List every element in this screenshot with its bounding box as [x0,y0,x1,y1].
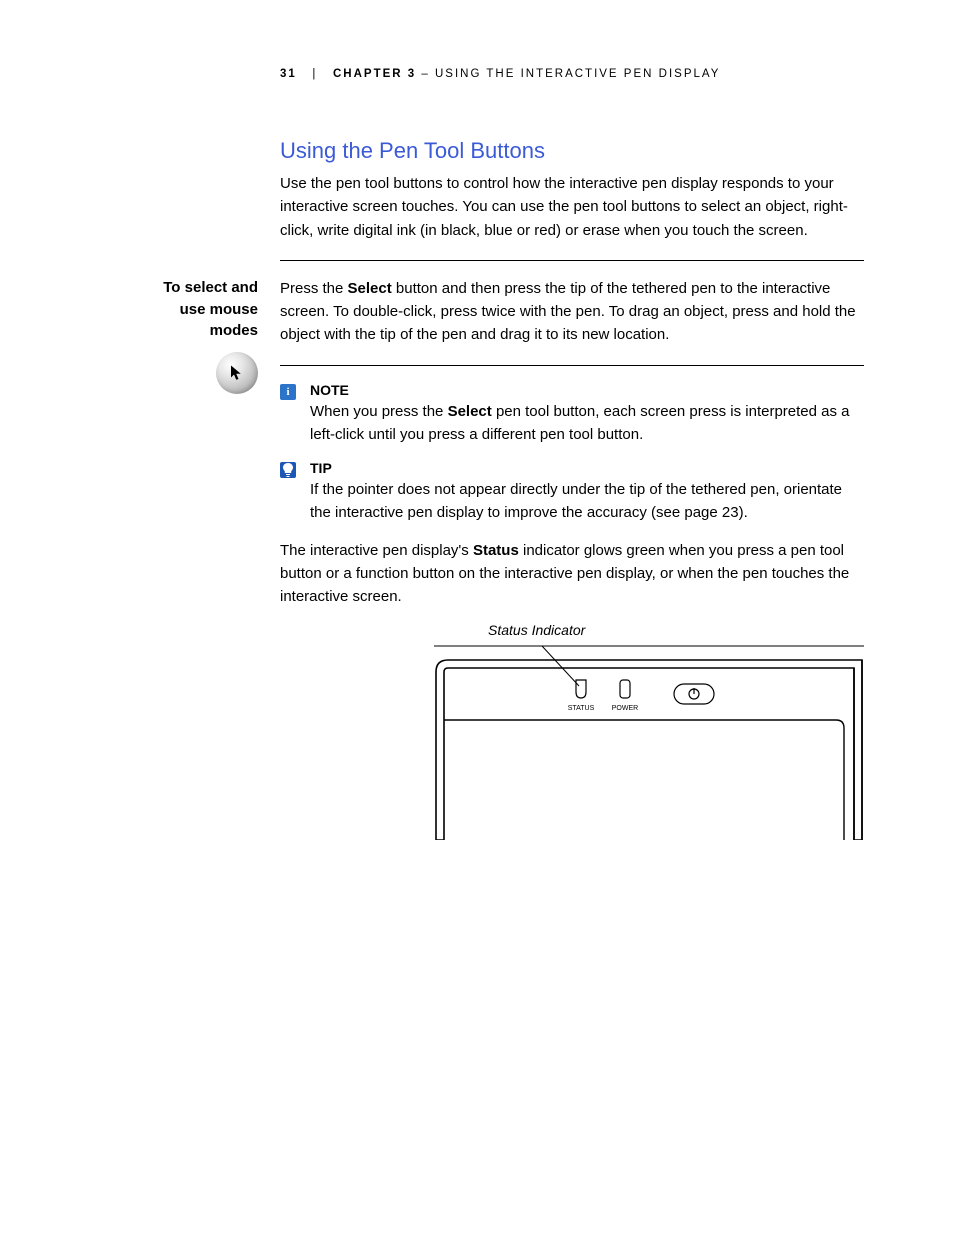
chapter-title: USING THE INTERACTIVE PEN DISPLAY [435,68,720,80]
header-separator: | [312,68,317,80]
diagram-status-label: STATUS [568,705,595,712]
tip-label: TIP [310,460,864,476]
status-indicator-diagram: Status Indicator STATUS [434,622,864,845]
device-corner-illustration: STATUS POWER [434,640,864,840]
page-number: 31 [280,68,297,80]
note-body-pre: When you press the [310,403,448,420]
status-paragraph: The interactive pen display's Status ind… [280,539,864,609]
cursor-icon [216,352,258,394]
side-heading: To select and use mouse modes [138,277,258,342]
divider-rule [280,365,864,366]
note-label: NOTE [310,382,864,398]
diagram-caption: Status Indicator [488,622,864,638]
section-title: Using the Pen Tool Buttons [280,138,864,164]
tip-callout: TIP If the pointer does not appear direc… [280,460,864,525]
running-header: 31 | CHAPTER 3 – USING THE INTERACTIVE P… [280,68,864,80]
select-para-pre: Press the [280,280,348,297]
note-body: When you press the Select pen tool butto… [310,400,864,447]
note-body-bold: Select [448,403,492,420]
info-icon: i [280,384,296,400]
chapter-dash: – [416,68,435,80]
status-para-pre: The interactive pen display's [280,542,473,559]
chapter-label: CHAPTER 3 [333,68,416,80]
select-paragraph: Press the Select button and then press t… [280,277,864,347]
tip-body: If the pointer does not appear directly … [310,478,864,525]
status-bold: Status [473,542,519,559]
divider-rule [280,260,864,261]
diagram-power-label: POWER [612,705,638,712]
note-callout: i NOTE When you press the Select pen too… [280,382,864,447]
section-intro: Use the pen tool buttons to control how … [280,172,864,242]
lightbulb-icon [280,462,296,478]
select-bold: Select [348,280,392,297]
